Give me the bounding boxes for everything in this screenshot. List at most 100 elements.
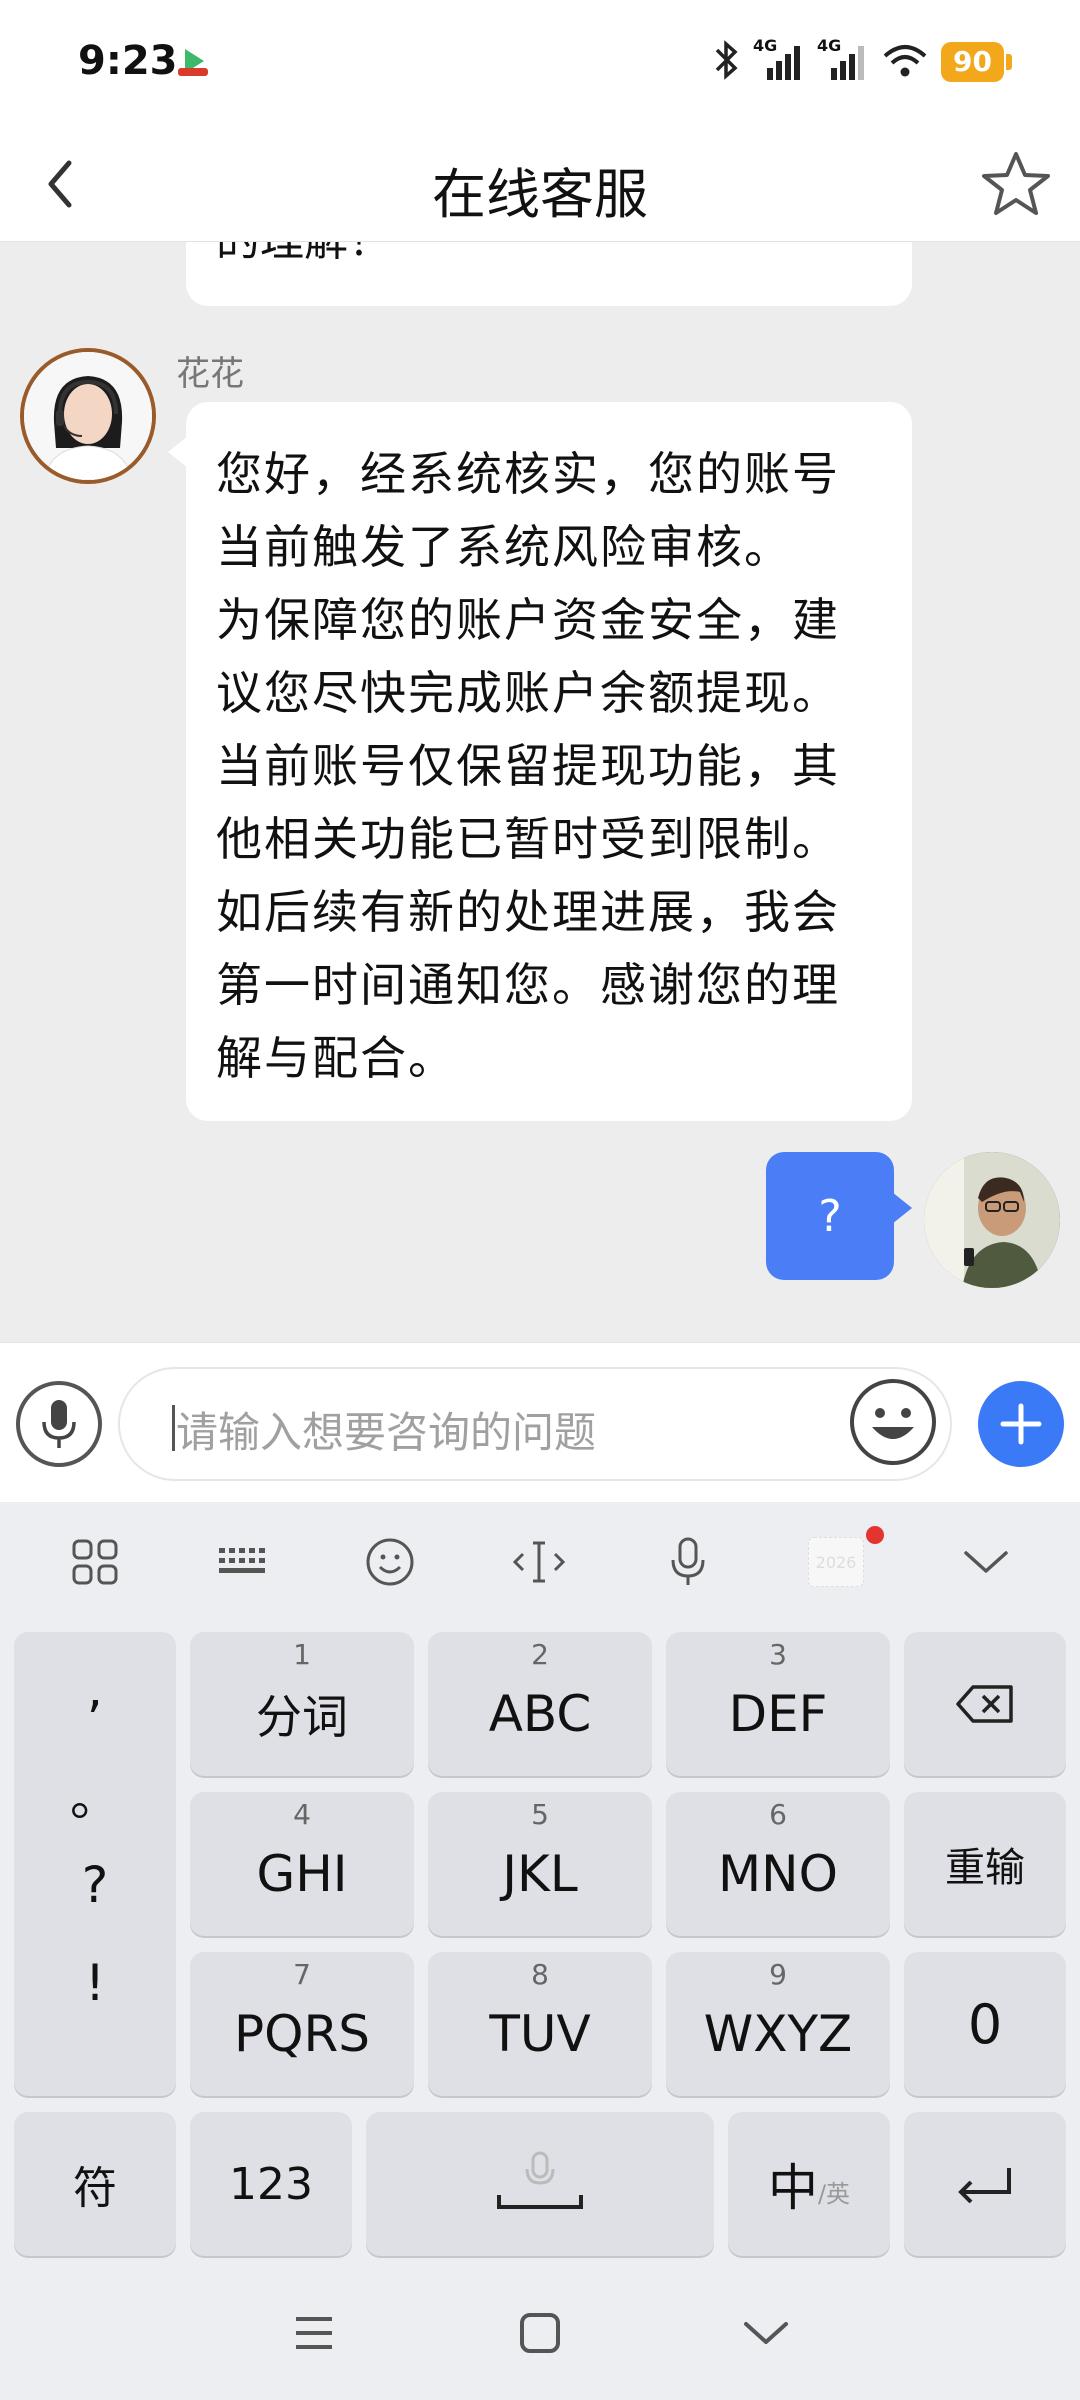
key-label: JKL — [502, 1845, 578, 1903]
key-number: 4 — [293, 1798, 311, 1831]
message-line: 为保障您的账户资金安全，建 — [216, 593, 840, 647]
battery-indicator: 90 — [941, 42, 1012, 82]
message-input-placeholder: 请输入想要咨询的问题 — [176, 1408, 597, 1457]
language-toggle-key[interactable]: 中 /英 — [728, 2112, 890, 2256]
key-6[interactable]: 6 MNO — [666, 1792, 890, 1936]
punct-comma[interactable]: , — [14, 1660, 176, 1718]
key-number: 3 — [769, 1638, 787, 1671]
backspace-icon — [956, 1685, 1013, 1723]
calendar-year: 2026 — [808, 1537, 864, 1587]
message-line: 议您尽快完成账户余额提现。 — [216, 666, 840, 720]
key-4[interactable]: 4 GHI — [190, 1792, 414, 1936]
message-line: 您好，经系统核实，您的账号 — [216, 447, 840, 501]
back-nav-button[interactable] — [731, 2298, 801, 2368]
apps-grid-icon[interactable] — [67, 1534, 123, 1590]
key-number: 1 — [293, 1638, 311, 1671]
agent-message-bubble[interactable]: 您好，经系统核实，您的账号 当前触发了系统风险审核。 为保障您的账户资金安全，建… — [168, 402, 912, 1121]
key-label: PQRS — [234, 2005, 370, 2063]
microphone-icon — [42, 1400, 76, 1448]
key-0[interactable]: 0 — [904, 1952, 1066, 2096]
punct-period[interactable]: 。 — [14, 1758, 176, 1830]
key-1[interactable]: 1 分词 — [190, 1632, 414, 1776]
page-title: 在线客服 — [432, 163, 648, 226]
space-key[interactable] — [366, 2112, 714, 2256]
backspace-key[interactable] — [904, 1632, 1066, 1776]
voice-typing-icon[interactable] — [660, 1534, 716, 1590]
key-9[interactable]: 9 WXYZ — [666, 1952, 890, 2096]
home-nav-button[interactable] — [505, 2298, 575, 2368]
symbols-key[interactable]: 符 — [14, 2112, 176, 2256]
key-label: 123 — [229, 2158, 313, 2210]
wifi-icon — [881, 40, 929, 84]
key-number: 2 — [531, 1638, 549, 1671]
status-indicators: 4G 4G 90 — [711, 36, 1012, 84]
menu-nav-button[interactable] — [279, 2298, 349, 2368]
cellular-signal-icon-2: 4G — [817, 36, 869, 82]
key-label: WXYZ — [703, 2005, 853, 2063]
key-number: 6 — [769, 1798, 787, 1831]
lang-sub: /英 — [817, 2179, 851, 2208]
punctuation-column[interactable]: , 。 ? ! — [14, 1632, 176, 2096]
message-line: 第一时间通知您。感谢您的理 — [216, 958, 840, 1012]
collapse-keyboard-icon[interactable] — [958, 1534, 1014, 1590]
emoji-button[interactable] — [850, 1379, 936, 1465]
star-icon — [982, 152, 1050, 215]
space-microphone-icon — [497, 2151, 583, 2209]
enter-key[interactable] — [904, 2112, 1066, 2256]
user-message-bubble[interactable]: ? — [766, 1152, 912, 1280]
bluetooth-icon — [711, 40, 741, 84]
chat-header: 在线客服 — [0, 126, 1080, 242]
cellular-signal-icon-1: 4G — [753, 36, 805, 82]
reinput-key[interactable]: 重输 — [904, 1792, 1066, 1936]
text-caret — [172, 1405, 175, 1451]
key-8[interactable]: 8 TUV — [428, 1952, 652, 2096]
key-3[interactable]: 3 DEF — [666, 1632, 890, 1776]
previous-agent-message: 的理解！ — [186, 242, 912, 306]
punct-exclaim[interactable]: ! — [14, 1954, 176, 2012]
chat-message-list[interactable]: 的理解！ 花花 您好，经系统核实，您的账号 当前触发了系统风险审核。 为保障您的… — [0, 242, 1080, 1342]
key-7[interactable]: 7 PQRS — [190, 1952, 414, 2096]
smiley-icon — [872, 1408, 914, 1439]
key-number: 9 — [769, 1958, 787, 1991]
notification-dot — [866, 1526, 884, 1544]
key-number: 8 — [531, 1958, 549, 1991]
key-label: DEF — [728, 1685, 828, 1743]
previous-message-text: 的理解！ — [216, 242, 392, 268]
key-2[interactable]: 2 ABC — [428, 1632, 652, 1776]
message-line: 解与配合。 — [216, 1031, 456, 1085]
cursor-move-icon[interactable] — [511, 1534, 567, 1590]
message-line: 当前账号仅保留提现功能，其 — [216, 739, 840, 793]
key-label: ABC — [488, 1685, 592, 1743]
punct-question[interactable]: ? — [14, 1856, 176, 1914]
keyboard-toolbar: 2026 — [0, 1502, 1080, 1622]
user-message-text: ? — [818, 1190, 842, 1242]
system-navigation-bar — [0, 2262, 1080, 2400]
key-number: 7 — [293, 1958, 311, 1991]
more-actions-button[interactable] — [978, 1381, 1064, 1467]
calendar-sticker-icon[interactable]: 2026 — [806, 1534, 866, 1590]
emoji-keyboard-icon[interactable] — [362, 1534, 418, 1590]
key-label: TUV — [489, 2005, 591, 2063]
key-label: 重输 — [945, 1845, 1025, 1891]
message-input-bar: 请输入想要咨询的问题 — [0, 1342, 1080, 1502]
user-avatar[interactable] — [924, 1152, 1060, 1288]
chevron-down-icon — [744, 2322, 788, 2344]
agent-name: 花花 — [176, 354, 244, 394]
status-bar: 9:23 4G 4G 90 — [0, 0, 1080, 126]
lang-main: 中 — [767, 2159, 818, 2217]
numbers-key[interactable]: 123 — [190, 2112, 352, 2256]
key-5[interactable]: 5 JKL — [428, 1792, 652, 1936]
message-line: 当前触发了系统风险审核。 — [216, 520, 792, 574]
keyboard-layout-icon[interactable] — [215, 1534, 271, 1590]
plus-icon — [1000, 1403, 1042, 1445]
key-label: MNO — [718, 1845, 838, 1903]
voice-input-button[interactable] — [16, 1381, 102, 1467]
key-number: 5 — [531, 1798, 549, 1831]
home-square-icon — [520, 2313, 560, 2353]
app-notification-icon — [176, 44, 210, 78]
key-label: 符 — [73, 2163, 117, 2214]
message-input[interactable]: 请输入想要咨询的问题 — [118, 1367, 952, 1481]
key-label: 0 — [967, 1992, 1003, 2056]
agent-avatar[interactable] — [20, 348, 156, 484]
favorite-button[interactable] — [980, 148, 1052, 220]
